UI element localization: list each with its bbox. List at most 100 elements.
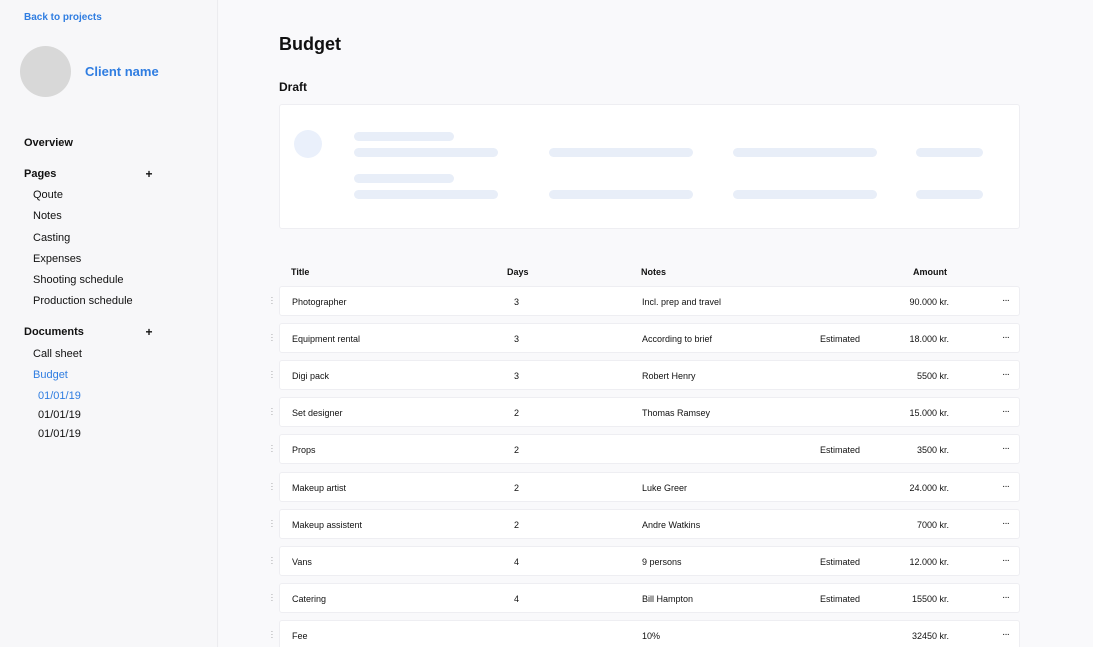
column-header-notes: Notes <box>641 267 667 277</box>
skeleton-line <box>916 190 983 199</box>
row-title: Catering <box>292 593 327 604</box>
row-title: Equipment rental <box>292 334 361 345</box>
table-row[interactable]: · · · Makeup assistent 2 Andre Watkins 7000 kr… <box>271 508 1020 539</box>
client-avatar <box>20 46 71 97</box>
row-notes: Robert Henry <box>642 371 696 382</box>
row-days: 2 <box>514 519 520 530</box>
row-title: Fee <box>292 630 308 641</box>
table-row[interactable]: · · · Makeup artist 2 Luke Greer 24.000 kr. ··· <box>271 471 1020 502</box>
skeleton-line <box>549 190 693 199</box>
row-more-options-icon[interactable]: ··· <box>1002 332 1010 343</box>
client-name[interactable]: Client name <box>85 64 159 79</box>
row-amount: 15500 kr. <box>911 593 949 604</box>
row-days: 4 <box>514 556 520 567</box>
row-amount: 32450 kr. <box>911 630 949 641</box>
add-document-button[interactable]: + <box>144 325 154 339</box>
row-notes: Luke Greer <box>642 482 688 493</box>
row-title: Digi pack <box>292 371 330 382</box>
skeleton-line <box>549 148 693 157</box>
page-title: Budget <box>279 34 341 54</box>
drag-handle-icon[interactable]: · · · <box>270 516 274 530</box>
budget-version-item[interactable]: 01/01/19 <box>38 428 81 440</box>
row-amount: 3500 kr. <box>916 445 949 456</box>
drag-handle-icon[interactable]: · · · <box>270 294 274 308</box>
row-days: 2 <box>514 445 520 456</box>
drag-handle-icon[interactable]: · · · <box>270 331 274 345</box>
skeleton-line <box>354 132 454 141</box>
row-title: Photographer <box>292 297 347 307</box>
skeleton-avatar <box>294 130 322 158</box>
row-days: 3 <box>514 371 520 382</box>
row-more-options-icon[interactable]: ··· <box>1002 443 1010 454</box>
table-row[interactable]: · · · Photographer 3 Incl. prep and travel 90.… <box>271 286 1020 316</box>
nav-documents-heading: Documents <box>24 326 84 338</box>
table-row[interactable]: · · · Digi pack 3 Robert Henry 5500 kr. ··· <box>271 360 1020 391</box>
skeleton-line <box>354 148 498 157</box>
row-amount: 15.000 kr. <box>909 408 949 419</box>
sidebar: Back to projects Client name Overview Pa… <box>0 0 218 647</box>
row-more-options-icon[interactable]: ··· <box>1002 295 1010 306</box>
column-header-days: Days <box>507 267 529 277</box>
row-days: 3 <box>514 334 520 345</box>
row-more-options-icon[interactable]: ··· <box>1002 518 1010 529</box>
nav-page-production-schedule[interactable]: Production schedule <box>33 295 133 307</box>
row-more-options-icon[interactable]: ··· <box>1002 592 1010 603</box>
table-row[interactable]: · · · Vans 4 9 persons Estimated 12.000 kr. ··· <box>271 545 1020 576</box>
drag-handle-icon[interactable]: · · · <box>270 627 274 641</box>
nav-doc-call-sheet[interactable]: Call sheet <box>33 348 82 360</box>
row-notes: 10% <box>642 630 661 641</box>
table-row[interactable]: · · · Props 2 Estimated 3500 kr. ··· <box>271 434 1020 465</box>
row-title: Set designer <box>292 408 343 419</box>
row-notes: 9 persons <box>642 556 682 567</box>
row-status: Estimated <box>820 334 861 345</box>
table-row[interactable]: · · · Equipment rental 3 According to brief Es… <box>271 323 1020 354</box>
row-amount: 12.000 kr. <box>909 556 949 567</box>
row-amount: 5500 kr. <box>916 371 949 382</box>
table-row[interactable]: · · · Fee 10% 32450 kr. ··· <box>271 619 1020 647</box>
drag-handle-icon[interactable]: · · · <box>270 590 274 604</box>
nav-page-qoute[interactable]: Qoute <box>33 189 63 201</box>
column-header-amount: Amount <box>913 267 947 277</box>
draft-skeleton-card <box>279 104 1020 229</box>
table-row[interactable]: · · · Set designer 2 Thomas Ramsey 15.000 kr. ·… <box>271 397 1020 428</box>
row-more-options-icon[interactable]: ··· <box>1002 481 1010 492</box>
budget-version-item[interactable]: 01/01/19 <box>38 409 81 421</box>
table-header: Title Days Notes Amount <box>219 267 1093 279</box>
row-title: Props <box>292 445 316 456</box>
row-days: 2 <box>514 482 520 493</box>
row-notes: According to brief <box>642 334 713 345</box>
row-days: 4 <box>514 593 520 604</box>
row-status: Estimated <box>820 556 861 567</box>
row-title: Makeup assistent <box>292 519 363 530</box>
row-amount: 7000 kr. <box>916 519 949 530</box>
nav-overview[interactable]: Overview <box>24 137 73 149</box>
skeleton-line <box>733 148 877 157</box>
nav-page-expenses[interactable]: Expenses <box>33 253 81 265</box>
row-amount: 90.000 kr. <box>909 297 949 307</box>
nav-page-casting[interactable]: Casting <box>33 232 70 244</box>
nav-pages-heading: Pages <box>24 168 57 180</box>
row-more-options-icon[interactable]: ··· <box>1002 369 1010 380</box>
row-amount: 18.000 kr. <box>909 334 949 345</box>
drag-handle-icon[interactable]: · · · <box>270 405 274 419</box>
row-title: Vans <box>292 556 312 567</box>
table-row[interactable]: · · · Catering 4 Bill Hampton Estimated 15500 k… <box>271 582 1020 613</box>
add-page-button[interactable]: + <box>144 167 154 181</box>
back-to-projects-link[interactable]: Back to projects <box>24 12 102 23</box>
row-more-options-icon[interactable]: ··· <box>1002 629 1010 640</box>
row-title: Makeup artist <box>292 482 347 493</box>
budget-version-item[interactable]: 01/01/19 <box>38 390 81 402</box>
drag-handle-icon[interactable]: · · · <box>270 479 274 493</box>
drag-handle-icon[interactable]: · · · <box>270 553 274 567</box>
row-more-options-icon[interactable]: ··· <box>1002 406 1010 417</box>
skeleton-line <box>354 190 498 199</box>
main-content: Budget Draft Title Days Notes Amount · · ·… <box>219 0 1093 647</box>
row-more-options-icon[interactable]: ··· <box>1002 555 1010 566</box>
drag-handle-icon[interactable]: · · · <box>270 368 274 382</box>
nav-doc-budget[interactable]: Budget <box>33 369 68 381</box>
row-status: Estimated <box>820 593 861 604</box>
drag-handle-icon[interactable]: · · · <box>270 442 274 456</box>
skeleton-line <box>733 190 877 199</box>
nav-page-notes[interactable]: Notes <box>33 210 62 222</box>
nav-page-shooting-schedule[interactable]: Shooting schedule <box>33 274 124 286</box>
